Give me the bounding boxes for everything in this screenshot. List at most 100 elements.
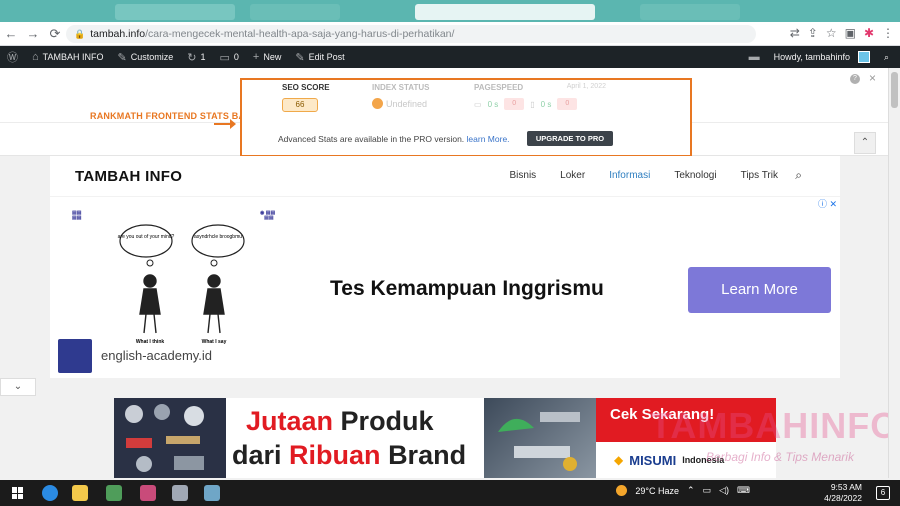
- adchoices-icon[interactable]: ⓘ ✕: [818, 197, 837, 210]
- screen-options-icon[interactable]: ▬: [742, 46, 767, 68]
- ad-product-image: [114, 398, 226, 478]
- watermark-subtitle: Berbagi Info & Tips Menarik: [706, 450, 854, 464]
- person-left-icon: [139, 274, 161, 334]
- misumi-logo-icon: ◆: [614, 453, 624, 467]
- monitor-icon: ▬: [748, 51, 760, 63]
- ad-headline: Tes Kemampuan Inggrismu: [330, 277, 604, 300]
- updates-link[interactable]: ↻ 1: [180, 46, 212, 68]
- edit-post-link[interactable]: ✎ Edit Post: [288, 46, 351, 68]
- comments-count: 0: [233, 52, 239, 62]
- browser-tab[interactable]: [115, 4, 235, 20]
- url-input[interactable]: 🔒 tambah.info /cara-mengecek-mental-heal…: [66, 25, 756, 43]
- customize-link[interactable]: ✎ Customize: [111, 46, 181, 68]
- browser-tab[interactable]: [250, 4, 340, 20]
- refresh-icon: ↻: [187, 51, 197, 64]
- pro-message-text: Advanced Stats are available in the PRO …: [278, 134, 465, 144]
- ad-domain[interactable]: english-academy.id: [101, 348, 212, 363]
- page-scrollbar[interactable]: [888, 68, 900, 478]
- chevron-up-icon[interactable]: ⌃: [687, 485, 695, 496]
- scrollbar-thumb[interactable]: [891, 72, 898, 108]
- new-content-menu[interactable]: + New: [246, 46, 288, 68]
- browser-tab-active[interactable]: [415, 4, 595, 20]
- notification-icon[interactable]: 6: [876, 486, 890, 500]
- weather-text[interactable]: 29°C Haze: [635, 486, 679, 496]
- extension-icon[interactable]: ✱: [864, 26, 874, 40]
- caption-left: What I think: [136, 339, 165, 345]
- ad-word: Jutaan: [246, 406, 334, 436]
- seo-score-badge: 66: [282, 98, 318, 112]
- ad-word: Produk: [340, 406, 434, 436]
- help-icon[interactable]: ?: [850, 74, 860, 84]
- browser-tab-strip: [0, 0, 900, 22]
- learn-more-button[interactable]: Learn More: [688, 267, 831, 313]
- ad-product-photo: [484, 398, 596, 478]
- pencil-icon: ✎: [295, 51, 305, 64]
- pagespeed-values: ▭ 0 s 0 ▯ 0 s 0: [474, 98, 578, 110]
- adminbar-search[interactable]: ⌕: [877, 46, 896, 68]
- ad-line-1: Jutaan Produk: [246, 406, 434, 437]
- wp-admin-bar: Ⓦ ⌂ TAMBAH INFO ✎ Customize ↻ 1 ▭ 0 + New ✎ Ed…: [0, 46, 900, 68]
- stats-date: April 1, 2022: [566, 83, 606, 90]
- app-icon[interactable]: [106, 485, 122, 501]
- bubble-left-text: are you out of your mind?: [118, 234, 175, 240]
- menu-item-loker[interactable]: Loker: [560, 170, 585, 181]
- forward-icon[interactable]: →: [22, 26, 44, 41]
- desktop-time: 0 s: [487, 99, 499, 109]
- close-icon[interactable]: ×: [869, 71, 876, 85]
- taskbar-clock[interactable]: 9:53 AM 4/28/2022: [824, 482, 862, 504]
- app-icon[interactable]: [140, 485, 156, 501]
- index-status-value: Undefined: [372, 98, 427, 109]
- english-academy-ad[interactable]: ⓘ ✕ ▤▤ ▤▤ ◉ ▤▤ ▤▤ are you out of your min…: [50, 196, 840, 378]
- translate-icon[interactable]: ⇄: [790, 26, 800, 40]
- english-academy-logo: [58, 339, 92, 373]
- brush-icon: ✎: [117, 51, 127, 64]
- home-icon: ⌂: [32, 51, 39, 63]
- speaker-icon[interactable]: ◁): [719, 485, 729, 496]
- new-label: New: [263, 52, 282, 62]
- address-bar: ← → ⟳ 🔒 tambah.info /cara-mengecek-menta…: [0, 22, 900, 46]
- reload-icon[interactable]: ⟳: [44, 26, 66, 42]
- edge-icon[interactable]: [42, 485, 58, 501]
- site-brand[interactable]: TAMBAH INFO: [75, 168, 182, 185]
- annotation-arrow-icon: [214, 119, 236, 129]
- wp-logo-menu[interactable]: Ⓦ: [0, 46, 25, 68]
- menu-item-tips-trik[interactable]: Tips Trik: [741, 170, 778, 181]
- menu-item-informasi[interactable]: Informasi: [609, 170, 650, 181]
- collapse-chevron-up-icon[interactable]: ⌃: [854, 132, 876, 154]
- upgrade-to-pro-button[interactable]: UPGRADE TO PRO: [527, 131, 613, 146]
- comment-icon: ▭: [219, 51, 230, 64]
- menu-dots-icon[interactable]: ⋮: [882, 26, 894, 40]
- network-icon[interactable]: ▭: [703, 485, 712, 496]
- share-icon[interactable]: ⇪: [808, 26, 818, 40]
- language-icon[interactable]: ⌨: [737, 485, 750, 496]
- adminbar-right: ▬ Howdy, tambahinfo ⌕: [742, 46, 896, 68]
- browser-toolbar-icons: ⇄ ⇪ ☆ ▣ ✱ ⋮: [790, 26, 894, 40]
- url-path: /cara-mengecek-mental-health-apa-saja-ya…: [145, 28, 455, 40]
- pagespeed-label: PAGESPEED: [474, 83, 524, 92]
- menu-item-bisnis[interactable]: Bisnis: [509, 170, 536, 181]
- windows-start-icon[interactable]: [12, 487, 24, 499]
- comments-link[interactable]: ▭ 0: [212, 46, 245, 68]
- weather-icon[interactable]: [616, 485, 628, 496]
- file-explorer-icon[interactable]: [72, 485, 88, 501]
- app-icon[interactable]: [204, 485, 220, 501]
- app-icon[interactable]: [172, 485, 188, 501]
- desktop-icon: ▭: [474, 99, 482, 109]
- learn-more-link[interactable]: learn More.: [467, 134, 510, 144]
- ad-word: Brand: [388, 440, 467, 470]
- lock-icon[interactable]: 🔒: [74, 29, 85, 40]
- updates-count: 1: [200, 52, 206, 62]
- back-icon[interactable]: ←: [0, 26, 22, 41]
- site-name-menu[interactable]: ⌂ TAMBAH INFO: [25, 46, 111, 68]
- search-icon[interactable]: ⌕: [795, 168, 802, 183]
- mobile-time: 0 s: [540, 99, 552, 109]
- bookmark-star-icon[interactable]: ☆: [826, 26, 837, 40]
- chevron-down-icon[interactable]: ⌄: [0, 378, 36, 396]
- menu-item-teknologi[interactable]: Teknologi: [674, 170, 716, 181]
- status-dot-icon: [372, 98, 383, 109]
- main-menu: Bisnis Loker Informasi Teknologi Tips Tr…: [509, 170, 778, 181]
- annotation-label: RANKMATH FRONTEND STATS BAR: [90, 111, 252, 121]
- account-menu[interactable]: Howdy, tambahinfo: [767, 46, 877, 68]
- browser-tab[interactable]: [640, 4, 740, 20]
- window-icon[interactable]: ▣: [845, 26, 856, 40]
